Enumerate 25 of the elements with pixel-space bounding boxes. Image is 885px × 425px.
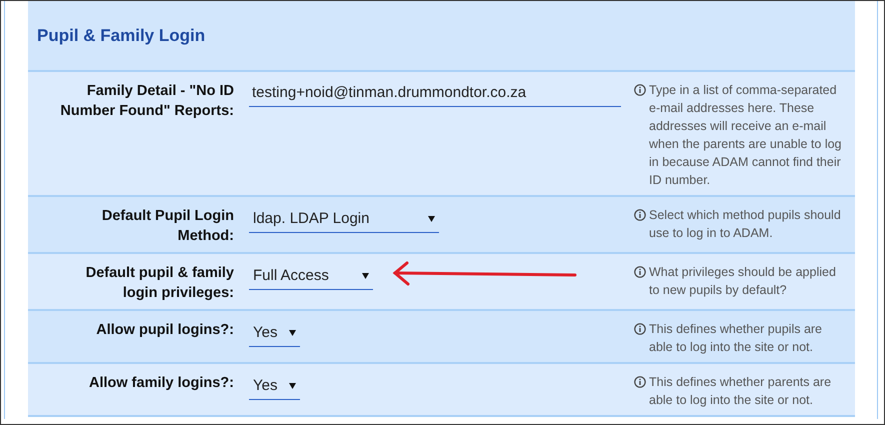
help-text: This defines whether pupils are able to log into the site or not. bbox=[649, 321, 824, 356]
dropdown[interactable]: ldap. LDAP Login bbox=[249, 206, 439, 232]
info-icon bbox=[634, 209, 646, 221]
info-icon bbox=[634, 376, 646, 388]
section-title: Pupil & Family Login bbox=[37, 24, 206, 47]
field-label: Default Pupil Login Method: bbox=[100, 207, 234, 246]
dropdown[interactable]: Yes bbox=[249, 373, 300, 400]
info-icon bbox=[634, 266, 646, 278]
help-text: This defines whether parents are able to log into the site or not. bbox=[649, 374, 832, 409]
dropdown[interactable]: Full Access bbox=[249, 263, 373, 290]
field-label: Allow pupil logins?: bbox=[95, 321, 234, 340]
caret-icon bbox=[289, 383, 296, 390]
info-icon bbox=[634, 84, 646, 96]
email-input[interactable]: testing+noid@tinman.drummondtor.co.za bbox=[249, 82, 621, 106]
dropdown[interactable]: Yes bbox=[249, 320, 300, 346]
caret-icon bbox=[362, 273, 369, 280]
field-label: Family Detail - "No ID Number Found" Reports: bbox=[59, 82, 234, 121]
caret-icon bbox=[428, 216, 435, 222]
info-icon bbox=[634, 323, 646, 335]
help-text: Select which method pupils should use to log in to ADAM. bbox=[649, 207, 842, 242]
caret-icon bbox=[289, 330, 296, 336]
field-label: Allow family logins?: bbox=[88, 374, 234, 393]
help-text: What privileges should be applied to new pupils by default? bbox=[649, 264, 837, 299]
help-text: Type in a list of comma-separated e-mail addresses here. These addresses will receive an e-mail when the parents are unable to log in because ADAM cannot find their ID number. bbox=[649, 82, 842, 189]
field-label: Default pupil & family login privileges: bbox=[84, 264, 234, 303]
